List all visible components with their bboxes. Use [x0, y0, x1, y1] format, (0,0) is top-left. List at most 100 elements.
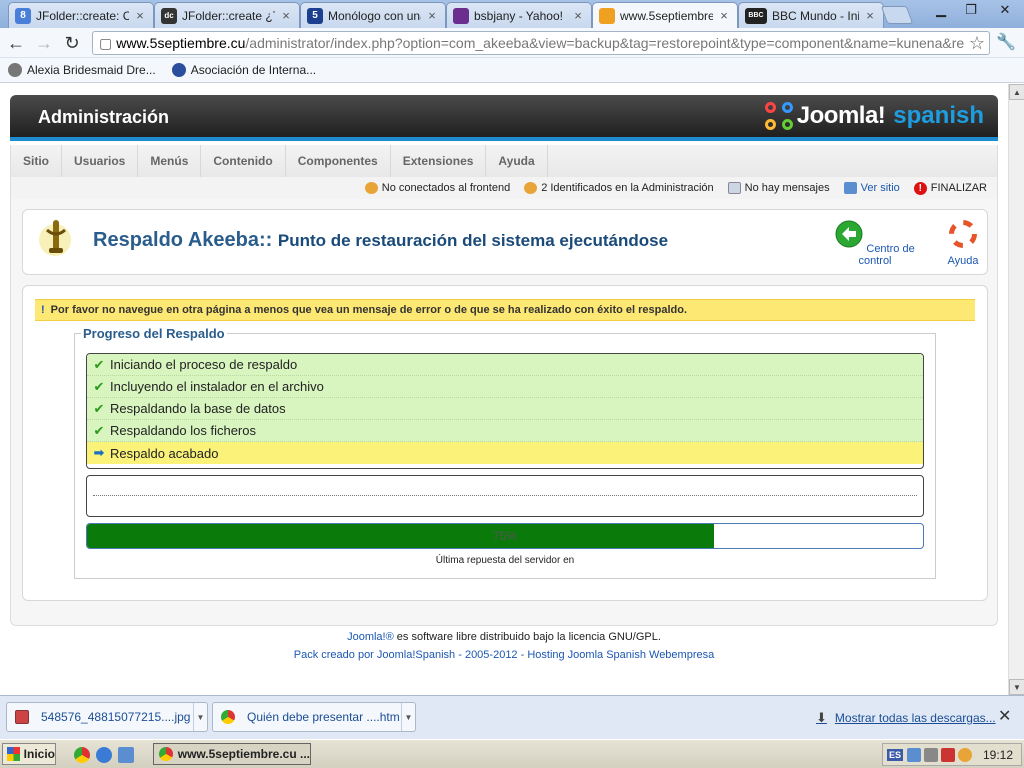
- status-messages[interactable]: No hay mensajes: [727, 182, 830, 194]
- help-label: Ayuda: [947, 255, 979, 267]
- tab-close-icon[interactable]: ×: [133, 8, 147, 23]
- forward-arrow-icon[interactable]: →: [32, 31, 56, 55]
- tab-label: Monólogo con una fl: [328, 8, 421, 23]
- language-indicator[interactable]: ES: [887, 748, 904, 761]
- logo-suffix: spanish: [893, 102, 984, 129]
- help-button[interactable]: Ayuda: [941, 218, 985, 267]
- reload-icon[interactable]: ↻: [60, 31, 84, 55]
- bookmark-item[interactable]: Alexia Bridesmaid Dre...: [8, 63, 156, 77]
- step-label: Respaldando la base de datos: [110, 401, 286, 416]
- logout-label: FINALIZAR: [930, 182, 987, 194]
- menu-item-menus[interactable]: Menús: [138, 145, 202, 177]
- chrome-quicklaunch-icon[interactable]: [74, 747, 90, 763]
- checkmark-icon: ✔: [93, 400, 105, 416]
- checkmark-icon: ✔: [93, 422, 105, 438]
- progress-legend: Progreso del Respaldo: [81, 326, 227, 341]
- vertical-scrollbar[interactable]: ▲ ▼: [1008, 84, 1024, 695]
- scroll-up-icon[interactable]: ▲: [1009, 84, 1024, 100]
- page-title-main: Respaldo Akeeba::: [93, 229, 273, 251]
- joomla-link[interactable]: Joomla!®: [347, 631, 394, 643]
- tab-close-icon[interactable]: ×: [717, 8, 731, 23]
- status-admin-users: 2 Identificados en la Administración: [524, 182, 714, 194]
- bookmark-item[interactable]: Asociación de Interna...: [171, 63, 317, 77]
- bbc-favicon-icon: BBC: [745, 7, 767, 24]
- joomla-logo: Joomla! spanish: [764, 102, 984, 130]
- address-bar[interactable]: ▢ www.5septiembre.cu/administrator/index…: [92, 31, 990, 55]
- page-title-sub: Punto de restauración del sistema ejecut…: [277, 231, 669, 250]
- clock: 19:12: [982, 747, 1013, 762]
- tab-close-icon[interactable]: ×: [425, 8, 439, 23]
- desktop-quicklaunch-icon[interactable]: [118, 747, 134, 763]
- start-button[interactable]: Inicio: [2, 743, 56, 765]
- browser-tab-0[interactable]: 8 JFolder::create: Co ×: [8, 2, 154, 28]
- tab-close-icon[interactable]: ×: [279, 8, 293, 23]
- steps-list: ✔ Iniciando el proceso de respaldo ✔ Inc…: [86, 353, 924, 469]
- monitor-icon: [843, 182, 857, 194]
- tab-close-icon[interactable]: ×: [863, 8, 877, 23]
- chrome-file-icon: [221, 710, 235, 724]
- checkmark-icon: ✔: [93, 356, 105, 372]
- menu-item-extensiones[interactable]: Extensiones: [391, 145, 487, 177]
- step-detail-box: [86, 475, 924, 517]
- back-arrow-icon[interactable]: ←: [4, 31, 28, 55]
- show-all-downloads-link[interactable]: ⬇ Mostrar todas las descargas...: [816, 710, 996, 726]
- taskbar-window-label: www.5septiembre.cu ...: [177, 747, 310, 761]
- progress-text: 75%: [492, 529, 518, 543]
- browser-tab-3[interactable]: bsbjany - Yahoo! Ma ×: [446, 2, 592, 28]
- scroll-down-icon[interactable]: ▼: [1009, 679, 1024, 695]
- view-site-label: Ver sitio: [860, 182, 900, 194]
- browser-tab-2[interactable]: 5 Monólogo con una fl ×: [300, 2, 446, 28]
- menu-item-sitio[interactable]: Sitio: [11, 145, 62, 177]
- system-tray: ES 19:12: [882, 743, 1022, 766]
- warning-icon: !: [41, 304, 45, 316]
- menu-item-contenido[interactable]: Contenido: [201, 145, 286, 177]
- update-icon[interactable]: [958, 747, 973, 762]
- admin-status-bar: No conectados al frontend 2 Identificado…: [10, 177, 998, 199]
- bookmark-star-icon[interactable]: ☆: [968, 33, 985, 54]
- menu-item-ayuda[interactable]: Ayuda: [486, 145, 548, 177]
- browser-tab-1[interactable]: dc JFolder::create ¿Tie ×: [154, 2, 300, 28]
- download-item[interactable]: 548576_48815077215....jpg ▼: [6, 702, 208, 732]
- start-label: Inicio: [23, 747, 55, 761]
- admin-header: Administración Joomla! spanish: [10, 95, 998, 141]
- new-tab-button[interactable]: [880, 6, 914, 24]
- tab-close-icon[interactable]: ×: [571, 8, 585, 23]
- volume-icon[interactable]: [924, 747, 939, 762]
- browser-tabstrip: 8 JFolder::create: Co × dc JFolder::crea…: [0, 0, 1024, 28]
- view-site-link[interactable]: Ver sitio: [843, 182, 900, 194]
- control-center-button[interactable]: Centro de control: [831, 220, 919, 267]
- browser-toolbar: ← → ↻ ▢ www.5septiembre.cu/administrator…: [0, 28, 1024, 58]
- bookmark-label: Asociación de Interna...: [190, 63, 317, 77]
- taskbar: Inicio www.5septiembre.cu ... ES 19:12: [0, 739, 1024, 768]
- taskbar-window-chrome[interactable]: www.5septiembre.cu ...: [153, 743, 311, 765]
- minimize-icon[interactable]: ▁: [926, 0, 956, 20]
- globe-icon: [8, 63, 22, 77]
- footer-credits[interactable]: Pack creado por Joomla!Spanish - 2005-20…: [0, 649, 1008, 661]
- step-label: Respaldando los ficheros: [110, 423, 256, 438]
- bookmark-label: Alexia Bridesmaid Dre...: [27, 63, 156, 77]
- network-icon[interactable]: [907, 747, 922, 762]
- security-icon[interactable]: [941, 747, 956, 762]
- page-title-box: Respaldo Akeeba:: Punto de restauración …: [22, 209, 988, 275]
- step-item: ✔ Respaldando los ficheros: [87, 420, 923, 442]
- browser-tab-active[interactable]: www.5septiembre.c ×: [592, 2, 738, 28]
- logout-link[interactable]: ! FINALIZAR: [913, 181, 987, 195]
- show-all-label: Mostrar todas las descargas...: [834, 711, 996, 725]
- menu-item-componentes[interactable]: Componentes: [286, 145, 391, 177]
- mail-icon: [727, 182, 741, 194]
- menu-item-usuarios[interactable]: Usuarios: [62, 145, 139, 177]
- url-path: /administrator/index.php?option=com_akee…: [245, 35, 965, 51]
- restore-icon[interactable]: ❐: [956, 0, 986, 20]
- browser-tab-5[interactable]: BBC BBC Mundo - Inicio ×: [738, 2, 884, 28]
- wrench-menu-icon[interactable]: 🔧: [996, 32, 1016, 52]
- tab-favicon-icon: 5: [307, 7, 323, 24]
- tab-label: www.5septiembre.c: [620, 8, 713, 23]
- window-close-icon[interactable]: ✕: [988, 0, 1022, 20]
- download-item[interactable]: Quién debe presentar ....htm ▼: [212, 702, 416, 732]
- close-shelf-icon[interactable]: ✕: [998, 706, 1011, 726]
- download-shelf: 548576_48815077215....jpg ▼ Quién debe p…: [0, 695, 1024, 739]
- ie-quicklaunch-icon[interactable]: [96, 747, 112, 763]
- chevron-down-icon[interactable]: ▼: [193, 703, 207, 731]
- logo-word: Joomla!: [796, 102, 886, 129]
- chevron-down-icon[interactable]: ▼: [401, 703, 415, 731]
